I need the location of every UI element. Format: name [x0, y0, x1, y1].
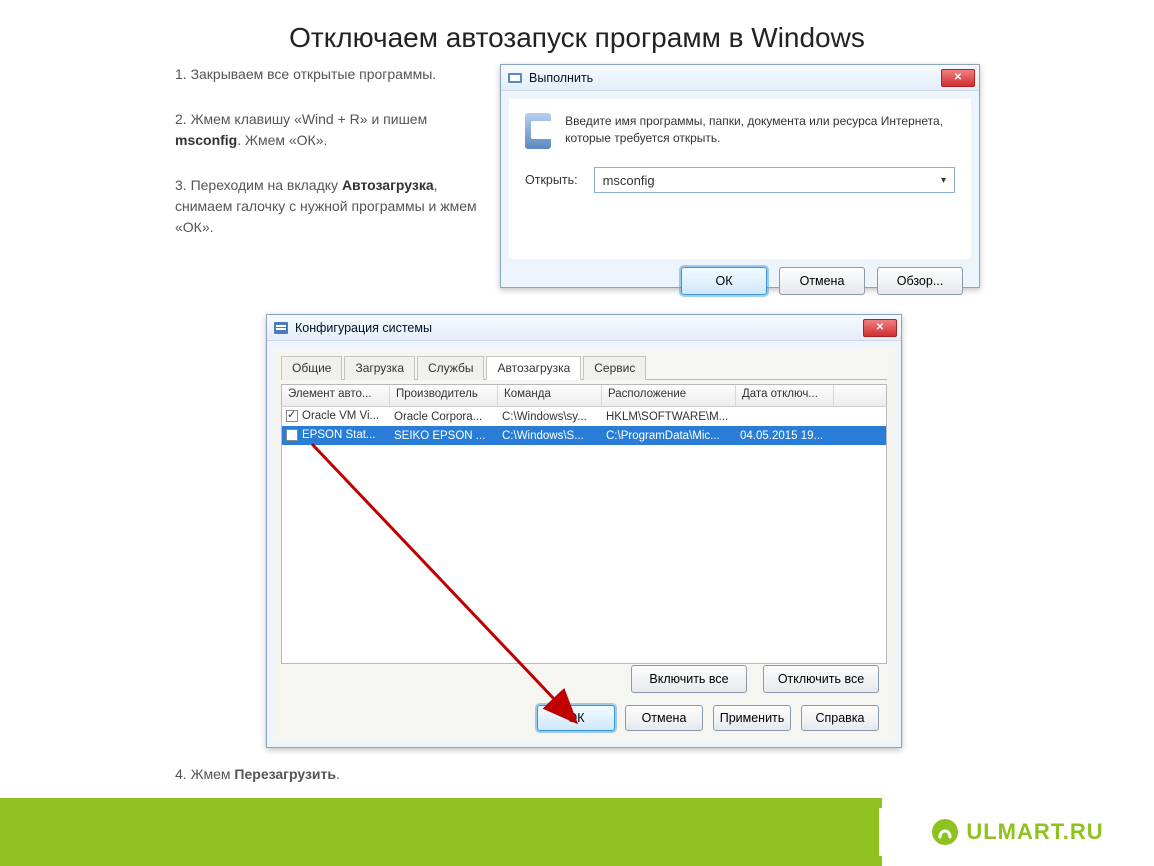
- list-header[interactable]: Элемент авто... Производитель Команда Ра…: [282, 385, 886, 407]
- footer-bar: ULMART.RU: [0, 798, 1154, 866]
- header-element[interactable]: Элемент авто...: [282, 385, 390, 406]
- header-date[interactable]: Дата отключ...: [736, 385, 834, 406]
- footer-brand-box: ULMART.RU: [882, 798, 1154, 866]
- ok-button[interactable]: ОК: [537, 705, 615, 731]
- close-icon[interactable]: ✕: [863, 319, 897, 337]
- row-checkbox[interactable]: [286, 410, 298, 422]
- run-titlebar[interactable]: Выполнить ✕: [501, 65, 979, 91]
- msconfig-window: Конфигурация системы ✕ ОбщиеЗагрузкаСлуж…: [266, 314, 902, 748]
- open-combobox[interactable]: msconfig: [594, 167, 955, 193]
- list-item[interactable]: Oracle VM Vi...Oracle Corpora...C:\Windo…: [282, 407, 886, 426]
- tab-автозагрузка[interactable]: Автозагрузка: [486, 356, 581, 380]
- list-item[interactable]: EPSON Stat...SEIKO EPSON ...C:\Windows\S…: [282, 426, 886, 445]
- header-location[interactable]: Расположение: [602, 385, 736, 406]
- help-button[interactable]: Справка: [801, 705, 879, 731]
- startup-listbox[interactable]: Элемент авто... Производитель Команда Ра…: [281, 384, 887, 664]
- step-3: 3. Переходим на вкладку Автозагрузка, сн…: [175, 175, 479, 238]
- tab-службы[interactable]: Службы: [417, 356, 484, 380]
- open-label: Открыть:: [525, 173, 578, 187]
- brand-logo-icon: [932, 819, 958, 845]
- brand-text: ULMART.RU: [966, 819, 1103, 845]
- run-title: Выполнить: [529, 71, 941, 85]
- disable-all-button[interactable]: Отключить все: [763, 665, 879, 693]
- run-description: Введите имя программы, папки, документа …: [565, 113, 955, 147]
- tab-общие[interactable]: Общие: [281, 356, 342, 380]
- cancel-button[interactable]: Отмена: [625, 705, 703, 731]
- browse-button[interactable]: Обзор...: [877, 267, 963, 295]
- row-checkbox[interactable]: [286, 429, 298, 441]
- page-title: Отключаем автозапуск программ в Windows: [0, 0, 1154, 64]
- step-2: 2. Жмем клавишу «Wind + R» и пишем mscon…: [175, 109, 479, 151]
- header-manufacturer[interactable]: Производитель: [390, 385, 498, 406]
- close-icon[interactable]: ✕: [941, 69, 975, 87]
- msconfig-titlebar[interactable]: Конфигурация системы ✕: [267, 315, 901, 341]
- msconfig-window-icon: [273, 320, 289, 336]
- instruction-steps: 1. Закрываем все открытые программы. 2. …: [175, 64, 479, 262]
- tab-сервис[interactable]: Сервис: [583, 356, 646, 380]
- ok-button[interactable]: ОК: [681, 267, 767, 295]
- run-app-icon: [525, 113, 551, 149]
- apply-button[interactable]: Применить: [713, 705, 791, 731]
- enable-all-button[interactable]: Включить все: [631, 665, 747, 693]
- run-dialog: Выполнить ✕ Введите имя программы, папки…: [500, 64, 980, 288]
- step-4: 4. Жмем Перезагрузить.: [175, 766, 340, 782]
- tab-загрузка[interactable]: Загрузка: [344, 356, 415, 380]
- header-command[interactable]: Команда: [498, 385, 602, 406]
- run-window-icon: [507, 70, 523, 86]
- msconfig-title: Конфигурация системы: [295, 321, 863, 335]
- tab-bar: ОбщиеЗагрузкаСлужбыАвтозагрузкаСервис: [281, 355, 887, 380]
- step-1: 1. Закрываем все открытые программы.: [175, 64, 479, 85]
- cancel-button[interactable]: Отмена: [779, 267, 865, 295]
